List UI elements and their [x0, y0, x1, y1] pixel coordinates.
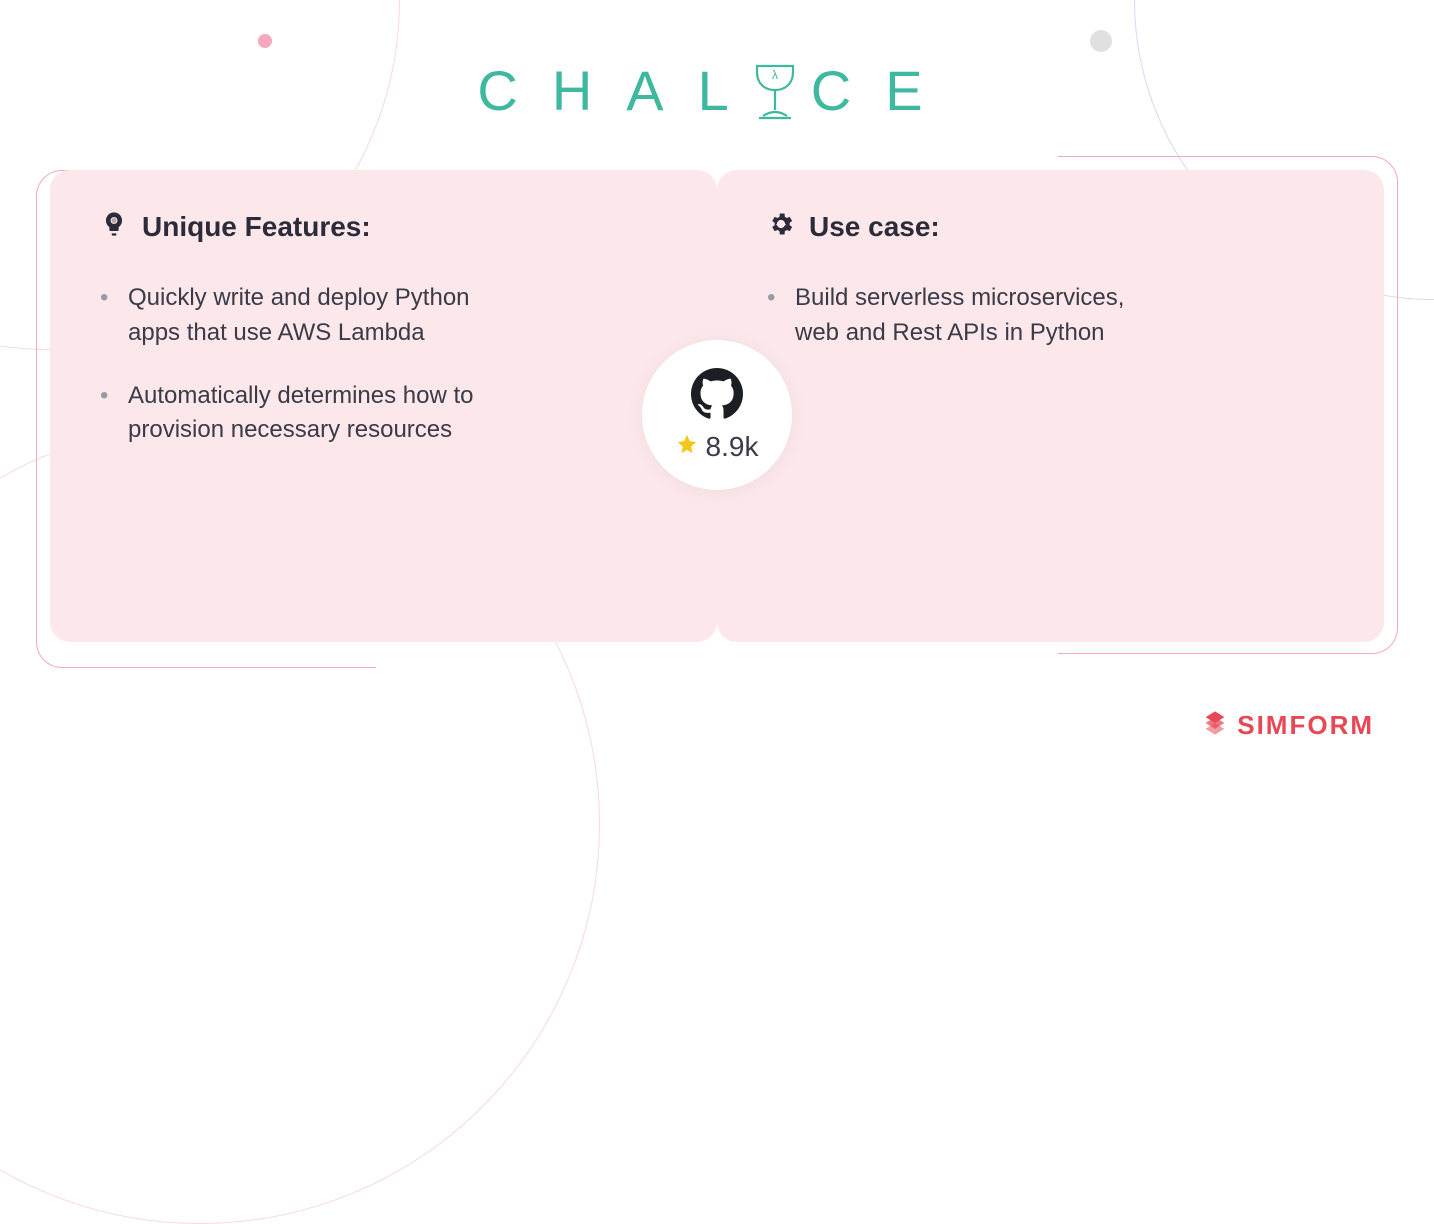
- features-heading: Unique Features:: [142, 211, 371, 243]
- brand-logo: SIMFORM: [1201, 709, 1374, 742]
- star-icon: [676, 433, 698, 460]
- feature-item: Quickly write and deploy Python apps tha…: [128, 281, 508, 351]
- decorative-dot: [258, 34, 272, 48]
- usecase-heading: Use case:: [809, 211, 940, 243]
- feature-item: Automatically determines how to provisio…: [128, 379, 508, 449]
- github-stars-badge: 8.9k: [642, 340, 792, 490]
- usecase-list: Build serverless microservices, web and …: [767, 281, 1334, 351]
- simform-icon: [1201, 709, 1229, 742]
- svg-text:</>: </>: [776, 222, 786, 229]
- chalice-icon: λ: [749, 60, 801, 122]
- brand-name: SIMFORM: [1237, 710, 1374, 741]
- usecase-item: Build serverless microservices, web and …: [795, 281, 1175, 351]
- product-title: CHAL λ CE: [0, 58, 1434, 123]
- title-part2: CE: [811, 58, 957, 123]
- github-icon: [691, 368, 743, 425]
- gear-icon: </>: [767, 210, 795, 243]
- lightbulb-gear-icon: [100, 210, 128, 243]
- svg-text:λ: λ: [772, 68, 778, 82]
- usecase-card: </> Use case: Build serverless microserv…: [717, 170, 1384, 642]
- features-card: Unique Features: Quickly write and deplo…: [50, 170, 717, 642]
- features-list: Quickly write and deploy Python apps tha…: [100, 281, 667, 448]
- decorative-dot: [1090, 30, 1112, 52]
- github-star-count: 8.9k: [706, 431, 759, 463]
- title-part1: CHAL: [477, 58, 762, 123]
